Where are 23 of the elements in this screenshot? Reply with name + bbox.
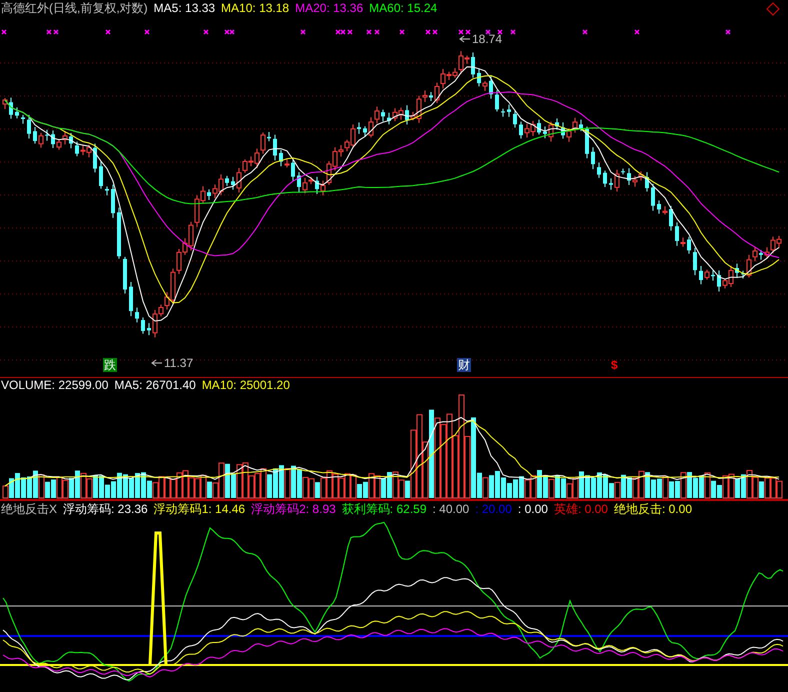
signal-label: 跌 bbox=[103, 358, 117, 372]
price-label: 11.37 bbox=[164, 356, 194, 370]
legend-value: MA5: 26701.40 bbox=[114, 378, 196, 392]
price-label: 18.74 bbox=[472, 32, 502, 46]
legend-value: 浮动筹码2: 8.93 bbox=[251, 500, 336, 518]
legend-value: 绝地反击: 0.00 bbox=[614, 500, 692, 518]
legend-value: 浮动筹码1: 14.46 bbox=[154, 500, 246, 518]
legend-value: 英雄: 0.00 bbox=[554, 500, 608, 518]
legend-value: : 20.00 bbox=[475, 502, 512, 516]
legend-value: MA10: 25001.20 bbox=[202, 378, 290, 392]
legend-value: 获利筹码: 62.59 bbox=[342, 500, 426, 518]
legend-value: : 0.00 bbox=[518, 502, 548, 516]
legend-value: VOLUME: 22599.00 bbox=[1, 378, 108, 392]
pane-title: 绝地反击X bbox=[1, 500, 58, 518]
legend-value: MA60: 15.24 bbox=[369, 1, 438, 15]
signal-label: 财 bbox=[457, 358, 471, 372]
legend-value: MA10: 13.18 bbox=[221, 1, 290, 15]
pane-title: 高德红外(日线,前复权,对数) bbox=[1, 0, 148, 16]
legend-value: MA5: 13.33 bbox=[154, 1, 216, 15]
signal-label: $ bbox=[610, 358, 619, 372]
legend-value: MA20: 13.36 bbox=[295, 1, 364, 15]
legend-value: 浮动筹码: 23.36 bbox=[63, 500, 148, 518]
legend-value: : 40.00 bbox=[432, 502, 470, 516]
